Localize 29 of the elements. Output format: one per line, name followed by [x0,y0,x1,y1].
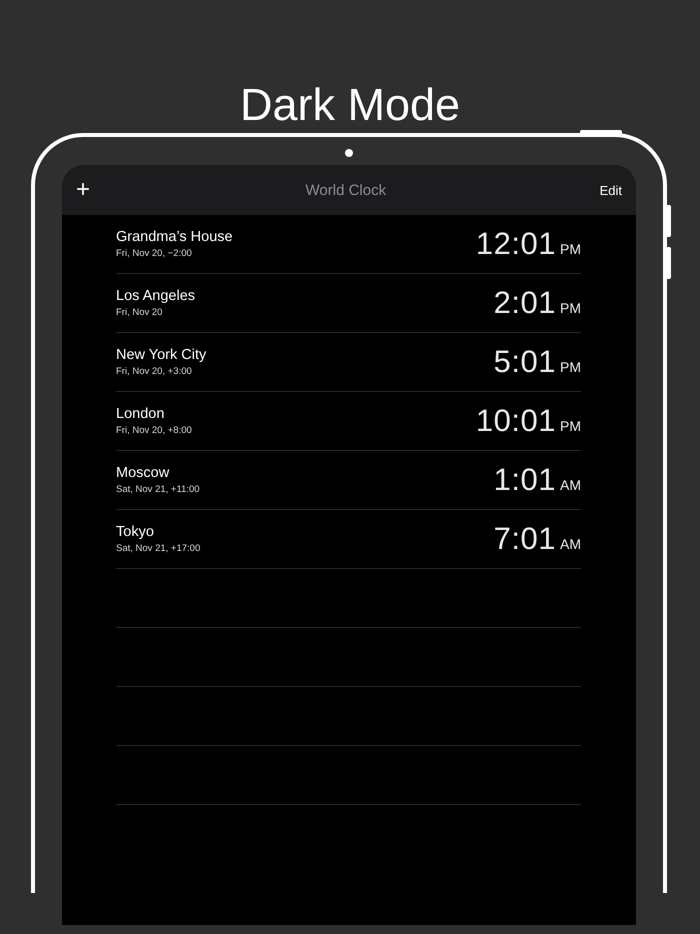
am-pm-label: AM [560,477,581,493]
am-pm-label: PM [560,300,581,316]
date-offset: Sat, Nov 21, +17:00 [116,543,200,554]
clock-time: 10:01 [476,403,556,439]
clock-time: 12:01 [476,226,556,262]
city-name: New York City [116,347,206,363]
headline: Dark Mode [240,80,460,130]
date-offset: Fri, Nov 20, −2:00 [116,248,193,259]
clock-time: 7:01 [494,521,556,557]
am-pm-label: AM [560,536,581,552]
date-offset: Fri, Nov 20, +8:00 [116,425,192,436]
edit-button[interactable]: Edit [600,182,622,198]
date-offset: Fri, Nov 20 [116,307,164,318]
city-name: London [116,406,166,422]
clock-time: 5:01 [494,344,556,380]
city-name: Los Angeles [116,288,196,304]
city-name: Moscow [116,465,170,481]
city-name: Tokyo [116,524,155,540]
am-pm-label: PM [560,241,581,257]
date-offset: Sat, Nov 21, +11:00 [116,484,200,495]
clock-time: 1:01 [494,462,556,498]
date-offset: Fri, Nov 20, +3:00 [116,366,193,377]
am-pm-label: PM [560,418,581,434]
city-name: Grandma’s House [116,229,233,245]
am-pm-label: PM [560,359,581,375]
add-button[interactable]: + [74,178,92,202]
camera-dot [345,149,353,157]
clock-time: 2:01 [494,285,556,321]
nav-title: World Clock [306,182,386,198]
